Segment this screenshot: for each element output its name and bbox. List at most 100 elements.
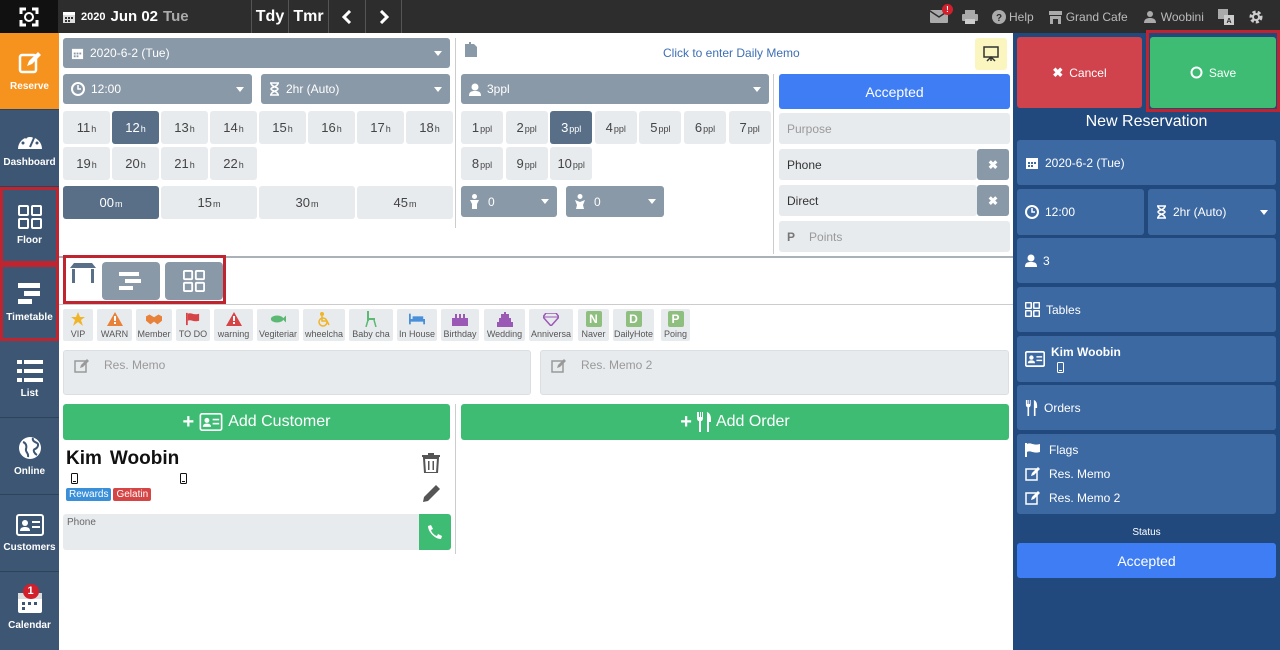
- sidebar-item-list[interactable]: List: [0, 341, 59, 418]
- sidebar-item-timetable[interactable]: Timetable: [0, 264, 59, 341]
- clear-source-type-button[interactable]: ✖: [977, 149, 1009, 180]
- hour-cell[interactable]: 16 h: [308, 111, 355, 144]
- minute-cell[interactable]: 45 m: [357, 186, 453, 219]
- ppl-cell[interactable]: 9 ppl: [505, 147, 548, 180]
- minute-cell[interactable]: 30 m: [259, 186, 355, 219]
- hour-cell[interactable]: 19 h: [63, 147, 110, 180]
- date-select[interactable]: 2020-6-2 (Tue): [63, 38, 450, 68]
- tag-warning[interactable]: warning: [214, 309, 253, 341]
- add-customer-button[interactable]: + Add Customer: [63, 404, 450, 440]
- panel-orders-card[interactable]: Orders: [1017, 385, 1276, 430]
- panel-customer-card[interactable]: Kim Woobin: [1017, 336, 1276, 382]
- source-type-field[interactable]: Phone: [779, 149, 977, 180]
- delete-customer-button[interactable]: [422, 453, 440, 473]
- ppl-cell[interactable]: 7 ppl: [728, 111, 771, 144]
- panel-status-button[interactable]: Accepted: [1017, 543, 1276, 578]
- panel-time-card[interactable]: 12:00: [1017, 189, 1144, 235]
- ppl-cell[interactable]: 8 ppl: [461, 147, 503, 180]
- panel-flags-row[interactable]: Flags: [1025, 443, 1078, 457]
- status-button[interactable]: Accepted: [779, 74, 1010, 109]
- sidebar-item-online[interactable]: Online: [0, 418, 59, 495]
- panel-memo-row[interactable]: Res. Memo: [1025, 467, 1110, 481]
- hour-cell[interactable]: 15 h: [259, 111, 306, 144]
- tag-poing[interactable]: P Poing: [661, 309, 690, 341]
- add-order-button[interactable]: + Add Order: [461, 404, 1009, 440]
- tag-to-do[interactable]: TO DO: [176, 309, 210, 341]
- duration-select[interactable]: 2hr (Auto): [261, 74, 450, 104]
- user-button[interactable]: Woobini: [1142, 0, 1204, 33]
- panel-party-card[interactable]: 3: [1017, 238, 1276, 283]
- tag-anniversa[interactable]: Anniversa: [529, 309, 573, 341]
- prev-day-button[interactable]: [328, 0, 365, 33]
- points-field[interactable]: P Points: [779, 221, 1010, 252]
- app-logo-icon[interactable]: [0, 0, 58, 33]
- hour-cell[interactable]: 14 h: [210, 111, 257, 144]
- clear-channel-button[interactable]: ✖: [977, 185, 1009, 216]
- customer-name[interactable]: Kim Woobin: [66, 448, 179, 470]
- edit-customer-button[interactable]: [422, 484, 441, 503]
- panel-date-card[interactable]: 2020-6-2 (Tue): [1017, 140, 1276, 185]
- ppl-cell[interactable]: 4 ppl: [594, 111, 637, 144]
- hour-cell[interactable]: 17 h: [357, 111, 404, 144]
- ppl-cell[interactable]: 3 ppl: [550, 111, 593, 144]
- floor-view-button[interactable]: [165, 262, 223, 300]
- tag-wheelcha[interactable]: wheelcha: [303, 309, 345, 341]
- hour-cell[interactable]: 13 h: [161, 111, 208, 144]
- tag-vegiteriar[interactable]: Vegiteriar: [257, 309, 299, 341]
- tag-vip[interactable]: VIP: [63, 309, 93, 341]
- sidebar-item-dashboard[interactable]: Dashboard: [0, 110, 59, 187]
- panel-duration-card[interactable]: 2hr (Auto): [1148, 189, 1276, 235]
- next-day-button[interactable]: [365, 0, 402, 33]
- ppl-cell[interactable]: 6 ppl: [684, 111, 726, 144]
- table-view-button[interactable]: [66, 262, 100, 300]
- panel-memo2-row[interactable]: Res. Memo 2: [1025, 491, 1120, 505]
- tag-birthday[interactable]: Birthday: [441, 309, 479, 341]
- tag-naver[interactable]: N Naver: [578, 309, 609, 341]
- presentation-board-button[interactable]: [975, 38, 1007, 70]
- tag-dailyhote[interactable]: D DailyHote: [613, 309, 654, 341]
- res-memo2-field[interactable]: Res. Memo 2: [540, 350, 1009, 395]
- channel-field[interactable]: Direct: [779, 185, 977, 216]
- today-button[interactable]: Tdy: [251, 0, 288, 33]
- hour-cell[interactable]: 22 h: [210, 147, 257, 180]
- minute-cell[interactable]: 00 m: [63, 186, 159, 219]
- sidebar-item-calendar[interactable]: 1 Calendar: [0, 572, 59, 649]
- customer-phone-field[interactable]: Phone: [63, 514, 419, 550]
- panel-tables-card[interactable]: Tables: [1017, 287, 1276, 332]
- save-button[interactable]: Save: [1150, 37, 1276, 108]
- tag-in-house[interactable]: In House: [397, 309, 437, 341]
- date-display[interactable]: 2020 Jun 02 Tue: [62, 0, 252, 33]
- ppl-cell[interactable]: 10 ppl: [550, 147, 593, 180]
- ppl-cell[interactable]: 1 ppl: [461, 111, 503, 144]
- daily-memo-link[interactable]: Click to enter Daily Memo: [663, 46, 800, 60]
- hour-cell[interactable]: 12 h: [112, 111, 159, 144]
- infants-select[interactable]: 0: [566, 186, 664, 217]
- tag-wedding[interactable]: Wedding: [484, 309, 525, 341]
- hour-cell[interactable]: 18 h: [406, 111, 453, 144]
- sidebar-item-floor[interactable]: Floor: [0, 187, 59, 264]
- tag-warn[interactable]: WARN: [97, 309, 132, 341]
- tag-member[interactable]: Member: [136, 309, 172, 341]
- mail-button[interactable]: !: [930, 0, 953, 33]
- ppl-cell[interactable]: 2 ppl: [505, 111, 548, 144]
- timetable-view-button[interactable]: [102, 262, 160, 300]
- sidebar-item-reserve[interactable]: Reserve: [0, 33, 59, 110]
- res-memo-field[interactable]: Res. Memo: [63, 350, 531, 395]
- purpose-field[interactable]: Purpose: [779, 113, 1010, 144]
- hour-cell[interactable]: 11 h: [63, 111, 110, 144]
- hour-cell[interactable]: 20 h: [112, 147, 159, 180]
- language-button[interactable]: A: [1217, 0, 1234, 33]
- venue-button[interactable]: Grand Cafe: [1048, 0, 1128, 33]
- tag-baby-cha[interactable]: Baby cha: [349, 309, 393, 341]
- print-button[interactable]: [962, 0, 978, 33]
- call-button[interactable]: [419, 514, 451, 550]
- tomorrow-button[interactable]: Tmr: [288, 0, 328, 33]
- ppl-cell[interactable]: 5 ppl: [639, 111, 682, 144]
- sidebar-item-customers[interactable]: Customers: [0, 495, 59, 572]
- party-size-select[interactable]: 3ppl: [461, 74, 769, 104]
- help-button[interactable]: ? Help: [992, 0, 1034, 33]
- cancel-button[interactable]: ✖ Cancel: [1017, 37, 1142, 108]
- settings-button[interactable]: [1248, 0, 1264, 33]
- children-select[interactable]: 0: [461, 186, 557, 217]
- minute-cell[interactable]: 15 m: [161, 186, 257, 219]
